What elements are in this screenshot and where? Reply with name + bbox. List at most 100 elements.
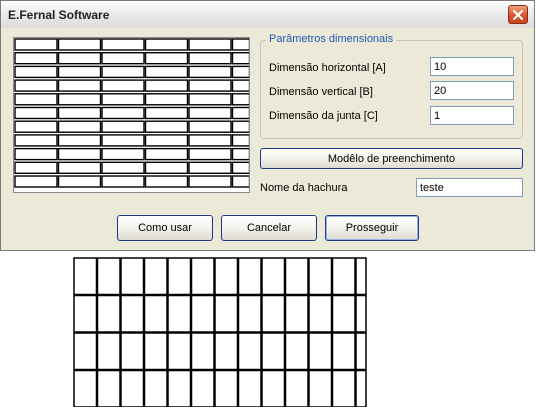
preview-brick [14,161,58,175]
pattern-brick [167,294,192,333]
pattern-brick [308,369,333,407]
pattern-brick [308,332,333,371]
pattern-brick [237,332,262,371]
preview-brick [144,51,189,65]
pattern-brick [331,369,356,407]
preview-brick [231,161,249,175]
pattern-brick [355,257,367,296]
preview-brick [144,79,189,92]
preview-brick [14,134,58,147]
preview-brick [188,79,232,92]
hatch-preview [13,37,250,193]
pattern-brick [237,369,262,407]
preview-brick [188,38,232,51]
horizontal-dimension-label: Dimensão horizontal [A] [269,62,386,74]
vertical-dimension-field[interactable] [430,81,514,100]
joint-dimension-label: Dimensão da junta [C] [269,110,378,122]
preview-brick [144,147,189,161]
preview-brick [57,65,102,79]
proceed-button[interactable]: Prosseguir [325,215,419,241]
preview-brick [231,51,249,65]
hatch-name-field[interactable] [416,178,523,197]
joint-dimension-field[interactable] [430,106,514,125]
preview-brick [188,65,232,79]
preview-brick [14,147,58,161]
pattern-brick [190,332,215,371]
preview-brick [101,51,145,65]
pattern-brick [331,257,356,296]
pattern-brick [73,332,98,371]
preview-brick [57,161,102,175]
pattern-brick [96,332,121,371]
preview-brick [231,79,249,92]
preview-brick [188,106,232,120]
preview-brick [14,51,58,65]
title-bar: E.Fernal Software [1,1,534,29]
pattern-brick [237,257,262,296]
preview-brick [101,120,145,133]
cancel-button[interactable]: Cancelar [221,215,317,241]
preview-brick [14,106,58,120]
pattern-brick [331,332,356,371]
preview-brick [144,161,189,175]
pattern-brick [261,332,286,371]
pattern-brick [143,257,168,296]
window-title: E.Fernal Software [8,8,110,22]
preview-brick [57,134,102,147]
preview-brick [14,120,58,133]
preview-brick [101,175,145,188]
pattern-brick [190,369,215,407]
pattern-brick [120,332,145,371]
preview-brick [57,79,102,92]
pattern-brick [284,257,309,296]
preview-brick [14,65,58,79]
close-button[interactable] [508,5,528,24]
preview-brick [144,106,189,120]
preview-brick [144,175,189,188]
preview-brick [144,65,189,79]
pattern-brick [355,332,367,371]
preview-brick [101,147,145,161]
brick-pattern-preview [14,38,249,188]
pattern-brick [214,332,239,371]
fill-model-button[interactable]: Modêlo de preenchimento [260,148,523,169]
dialog-window: E.Fernal Software Parâmetros dimensionai… [0,0,535,251]
pattern-brick [143,332,168,371]
preview-brick [101,106,145,120]
pattern-brick [355,294,367,333]
preview-brick [57,175,102,188]
preview-brick [231,65,249,79]
group-label: Parâmetros dimensionais [266,33,397,45]
pattern-brick [261,257,286,296]
preview-brick [231,134,249,147]
pattern-brick [73,257,98,296]
pattern-brick [96,257,121,296]
preview-brick [101,38,145,51]
pattern-brick [308,257,333,296]
how-to-use-button[interactable]: Como usar [117,215,213,241]
pattern-brick [96,369,121,407]
pattern-brick [261,369,286,407]
vertical-dimension-label: Dimensão vertical [B] [269,86,373,98]
preview-brick [101,134,145,147]
preview-brick [14,175,58,188]
preview-brick [144,120,189,133]
preview-brick [144,134,189,147]
pattern-brick [167,369,192,407]
preview-brick [14,38,58,51]
pattern-brick [120,294,145,333]
close-icon [512,9,524,20]
pattern-brick [143,369,168,407]
pattern-brick [73,294,98,333]
preview-brick [188,93,232,106]
pattern-brick [284,369,309,407]
pattern-brick [120,257,145,296]
pattern-brick [73,369,98,407]
preview-brick [188,147,232,161]
preview-brick [231,175,249,188]
pattern-brick [190,257,215,296]
horizontal-dimension-field[interactable] [430,57,514,76]
hatch-name-label: Nome da hachura [260,182,348,194]
pattern-brick [143,294,168,333]
pattern-brick [167,332,192,371]
